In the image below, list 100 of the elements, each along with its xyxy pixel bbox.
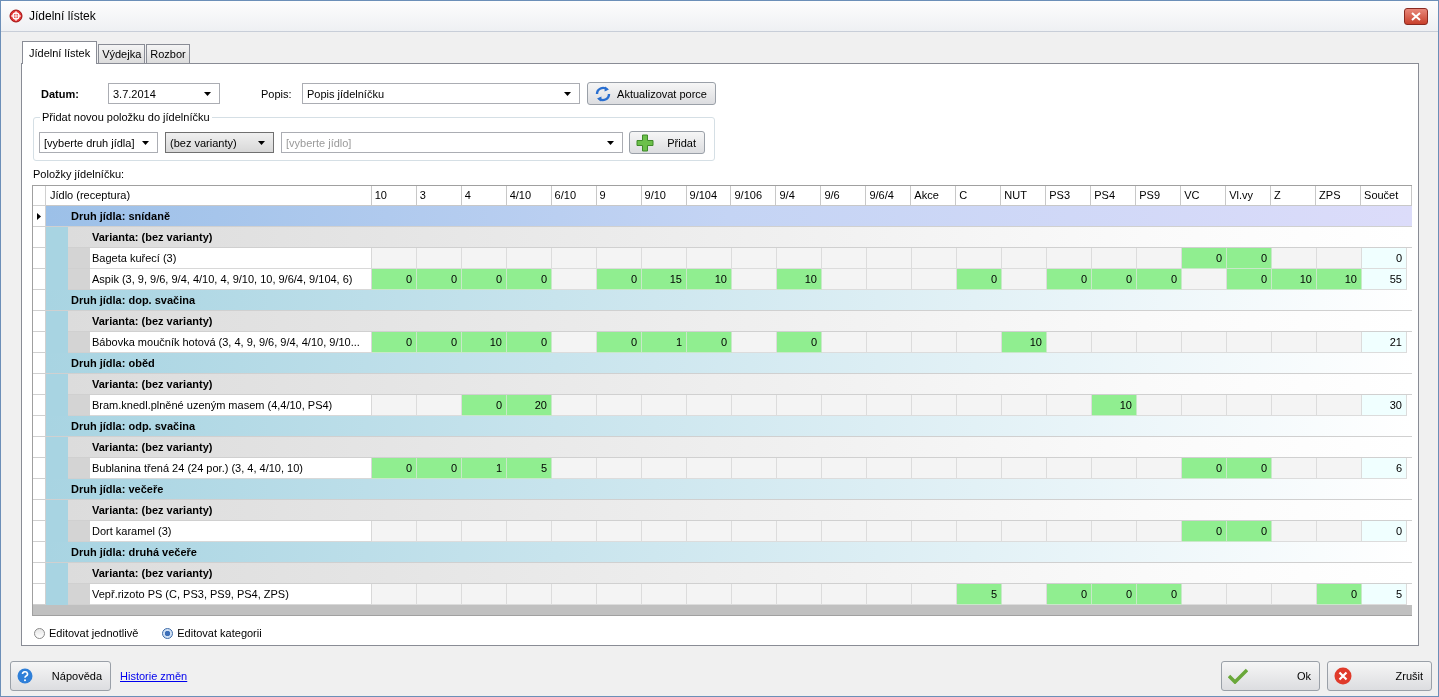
- row-header-cell[interactable]: [33, 437, 46, 458]
- variant-row[interactable]: Varianta: (bez varianty): [68, 500, 1412, 521]
- row-header-cell[interactable]: [33, 353, 46, 374]
- portion-cell: [1272, 332, 1317, 353]
- portion-cell: [912, 584, 957, 605]
- variant-row[interactable]: Varianta: (bez varianty): [68, 374, 1412, 395]
- portion-cell: 0: [597, 269, 642, 290]
- row-header-cell[interactable]: [33, 374, 46, 395]
- portion-cell: [1272, 458, 1317, 479]
- portion-cell: 0: [462, 395, 507, 416]
- add-button[interactable]: Přidat: [629, 131, 705, 154]
- portion-cell: 0: [372, 458, 417, 479]
- portion-cell: [957, 332, 1002, 353]
- portion-cell: [462, 521, 507, 542]
- portion-cell: [687, 248, 732, 269]
- group-row[interactable]: Druh jídla: druhá večeře: [46, 542, 1412, 563]
- portion-cell: [1227, 332, 1272, 353]
- variant-row[interactable]: Varianta: (bez varianty): [68, 563, 1412, 584]
- portion-cell: 0: [1092, 584, 1137, 605]
- group-row[interactable]: Druh jídla: dop. svačina: [46, 290, 1412, 311]
- portion-cell: [867, 458, 912, 479]
- variant-row[interactable]: Varianta: (bez varianty): [68, 437, 1412, 458]
- group-box-title: Přidat novou položku do jídelníčku: [40, 110, 212, 124]
- portion-cell: 15: [642, 269, 687, 290]
- item-name-cell: Vepř.rizoto PS (C, PS3, PS9, PS4, ZPS): [90, 584, 372, 605]
- portion-cell: 0: [417, 458, 462, 479]
- portion-cell: 10: [1317, 269, 1362, 290]
- refresh-icon: [594, 84, 612, 103]
- row-header-cell[interactable]: [33, 290, 46, 311]
- radio-option[interactable]: Editovat kategorii: [162, 627, 262, 639]
- portion-cell: [1182, 269, 1227, 290]
- row-header-cell[interactable]: [33, 479, 46, 500]
- row-header-cell[interactable]: [33, 542, 46, 563]
- row-header-cell[interactable]: [33, 395, 46, 416]
- row-header-cell[interactable]: [33, 416, 46, 437]
- tab[interactable]: Výdejka: [98, 44, 146, 63]
- row-header-cell[interactable]: [33, 521, 46, 542]
- portion-cell: [552, 584, 597, 605]
- portion-cell: [372, 395, 417, 416]
- portion-cell: [1002, 458, 1047, 479]
- portion-cell: [1272, 584, 1317, 605]
- radio-option[interactable]: Editovat jednotlivě: [34, 627, 139, 639]
- history-link[interactable]: Historie změn: [120, 670, 188, 682]
- help-button[interactable]: Nápověda: [10, 661, 111, 691]
- portion-cell: [552, 332, 597, 353]
- portion-cell: [957, 458, 1002, 479]
- refresh-portions-button[interactable]: Aktualizovat porce: [587, 82, 716, 105]
- group-indent: [46, 500, 68, 521]
- portion-cell: [1137, 458, 1182, 479]
- grid-title: Položky jídelníčku:: [33, 167, 126, 181]
- row-header-cell[interactable]: [33, 332, 46, 353]
- portion-cell: [552, 521, 597, 542]
- description-label: Popis:: [261, 87, 293, 100]
- variant-row[interactable]: Varianta: (bez varianty): [68, 227, 1412, 248]
- ok-button[interactable]: Ok: [1221, 661, 1320, 691]
- dropdown[interactable]: (bez varianty): [165, 132, 274, 153]
- portion-cell: [1047, 521, 1092, 542]
- portion-cell: [372, 584, 417, 605]
- portion-cell: [822, 395, 867, 416]
- portion-cell: [1047, 458, 1092, 479]
- row-header-cell[interactable]: [33, 500, 46, 521]
- cancel-button[interactable]: Zrušit: [1327, 661, 1432, 691]
- item-name-cell: Aspik (3, 9, 9/6, 9/4, 4/10, 4, 9/10, 10, 9/6/4, 9/104, 6): [90, 269, 372, 290]
- portion-cell: [912, 521, 957, 542]
- row-header-cell[interactable]: [33, 458, 46, 479]
- dropdown[interactable]: [vyberte druh jídla]: [39, 132, 158, 153]
- portion-cell: [867, 248, 912, 269]
- description-dropdown[interactable]: Popis jídelníčku: [302, 83, 580, 104]
- group-row[interactable]: Druh jídla: odp. svačina: [46, 416, 1412, 437]
- portion-cell: [597, 248, 642, 269]
- row-header-cell[interactable]: [33, 227, 46, 248]
- row-header-cell[interactable]: [33, 563, 46, 584]
- row-header-cell[interactable]: [33, 311, 46, 332]
- portion-cell: 0: [597, 332, 642, 353]
- portion-cell: [732, 584, 777, 605]
- portion-cell: [1092, 458, 1137, 479]
- row-header-cell[interactable]: [33, 269, 46, 290]
- row-header-cell[interactable]: [33, 248, 46, 269]
- portion-cell: [417, 521, 462, 542]
- portion-cell: [687, 458, 732, 479]
- portion-cell: 0: [687, 332, 732, 353]
- date-dropdown[interactable]: 3.7.2014: [108, 83, 220, 104]
- group-row[interactable]: Druh jídla: večeře: [46, 479, 1412, 500]
- portion-cell: [597, 395, 642, 416]
- portion-cell: [1092, 332, 1137, 353]
- group-row[interactable]: Druh jídla: oběd: [46, 353, 1412, 374]
- tab[interactable]: Rozbor: [146, 44, 190, 63]
- portion-cell: [822, 584, 867, 605]
- row-header-cell[interactable]: [33, 206, 46, 227]
- portion-cell: [777, 521, 822, 542]
- tab[interactable]: Jídelní lístek: [22, 41, 98, 64]
- group-row[interactable]: Druh jídla: snídaně: [46, 206, 1412, 227]
- row-header-cell[interactable]: [33, 584, 46, 605]
- portion-cell: [957, 248, 1002, 269]
- total-cell: 6: [1362, 458, 1407, 479]
- portion-cell: [1317, 458, 1362, 479]
- portion-cell: [1317, 521, 1362, 542]
- variant-row[interactable]: Varianta: (bez varianty): [68, 311, 1412, 332]
- variant-indent: [68, 269, 90, 290]
- close-button[interactable]: [1404, 7, 1428, 25]
